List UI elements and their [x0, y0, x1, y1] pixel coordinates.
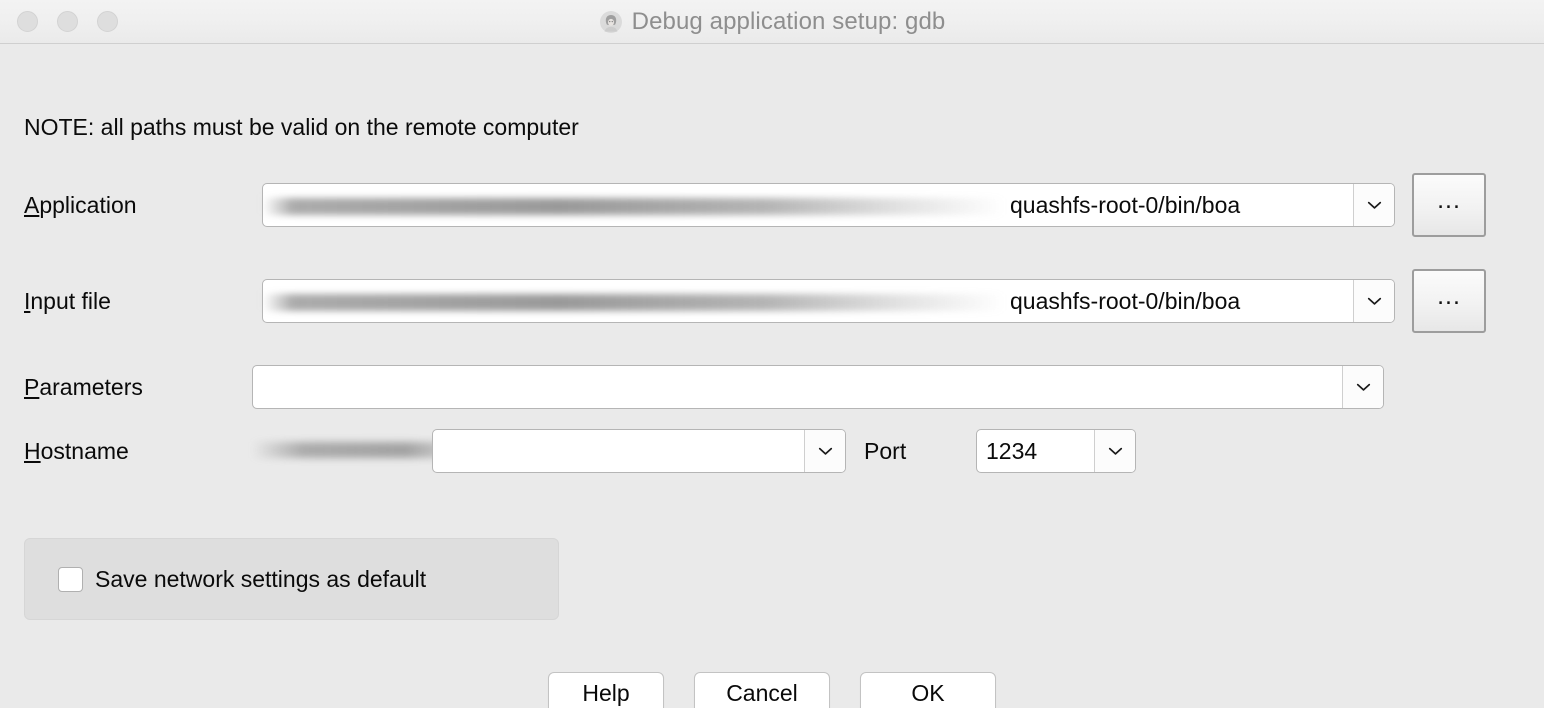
parameters-label-rest: arameters: [39, 373, 143, 400]
application-browse-button[interactable]: ...: [1412, 173, 1486, 237]
port-combobox[interactable]: 1234: [976, 429, 1136, 473]
parameters-value[interactable]: [253, 366, 1342, 408]
dialog-window: Debug application setup: gdb NOTE: all p…: [0, 0, 1544, 708]
input-file-label-rest: nput file: [30, 287, 111, 314]
port-value[interactable]: 1234: [977, 430, 1094, 472]
port-dropdown-button[interactable]: [1094, 430, 1135, 472]
parameters-label-mnemonic: P: [24, 373, 40, 400]
application-label: Application: [24, 192, 137, 219]
chevron-down-icon: [1367, 297, 1381, 305]
input-file-row: Input file quashfs-root-0/bin/boa ...: [0, 269, 1544, 333]
application-value-text: quashfs-root-0/bin/boa: [1010, 191, 1241, 218]
save-network-settings-label: Save network settings as default: [95, 565, 427, 592]
zoom-button[interactable]: [97, 11, 118, 32]
hostname-row: Hostname Port 1234: [0, 428, 1544, 474]
hostname-label-mnemonic: H: [24, 437, 41, 464]
chevron-down-icon: [1108, 447, 1122, 455]
hostname-label: Hostname: [24, 438, 129, 465]
port-label-after: t: [899, 437, 907, 464]
application-redacted-path: [263, 197, 1005, 215]
input-file-dropdown-button[interactable]: [1353, 280, 1394, 322]
input-file-value-text: quashfs-root-0/bin/boa: [1010, 287, 1241, 314]
chevron-down-icon: [1367, 201, 1381, 209]
debugger-avatar-icon: [599, 10, 623, 34]
input-file-combobox[interactable]: quashfs-root-0/bin/boa: [262, 279, 1395, 323]
dialog-content: NOTE: all paths must be valid on the rem…: [0, 44, 1544, 708]
close-button[interactable]: [17, 11, 38, 32]
chevron-down-icon: [1356, 383, 1370, 391]
application-label-rest: pplication: [39, 191, 137, 218]
hostname-label-rest: ostname: [40, 437, 129, 464]
dialog-button-bar: Help Cancel OK: [0, 672, 1544, 708]
title-area: Debug application setup: gdb: [0, 0, 1544, 43]
hostname-redaction-bleed: [252, 442, 457, 458]
application-combobox[interactable]: quashfs-root-0/bin/boa: [262, 183, 1395, 227]
port-label-mnemonic: r: [892, 437, 900, 464]
application-value[interactable]: quashfs-root-0/bin/boa: [263, 184, 1353, 226]
input-file-value[interactable]: quashfs-root-0/bin/boa: [263, 280, 1353, 322]
ok-button[interactable]: OK: [860, 672, 996, 708]
input-file-redacted-path: [263, 293, 1005, 311]
input-file-label: Input file: [24, 288, 111, 315]
hostname-dropdown-button[interactable]: [804, 430, 845, 472]
save-network-settings-row[interactable]: Save network settings as default: [58, 566, 426, 593]
port-label-before: Po: [864, 437, 893, 464]
hostname-combobox[interactable]: [432, 429, 846, 473]
input-file-browse-button[interactable]: ...: [1412, 269, 1486, 333]
window-title: Debug application setup: gdb: [631, 7, 946, 35]
note-text: NOTE: all paths must be valid on the rem…: [24, 114, 579, 140]
parameters-combobox[interactable]: [252, 365, 1384, 409]
port-label: Port: [864, 438, 906, 465]
network-settings-groupbox: Save network settings as default: [24, 538, 559, 620]
minimize-button[interactable]: [57, 11, 78, 32]
parameters-label: Parameters: [24, 374, 143, 401]
chevron-down-icon: [818, 447, 832, 455]
help-button[interactable]: Help: [548, 672, 664, 708]
parameters-dropdown-button[interactable]: [1342, 366, 1383, 408]
cancel-button[interactable]: Cancel: [694, 672, 830, 708]
title-bar: Debug application setup: gdb: [0, 0, 1544, 44]
application-dropdown-button[interactable]: [1353, 184, 1394, 226]
application-label-mnemonic: A: [24, 191, 40, 218]
application-row: Application quashfs-root-0/bin/boa ...: [0, 173, 1544, 237]
hostname-value[interactable]: [433, 430, 804, 472]
save-network-settings-checkbox[interactable]: [58, 566, 83, 592]
window-controls: [17, 0, 118, 43]
parameters-row: Parameters: [0, 364, 1544, 410]
